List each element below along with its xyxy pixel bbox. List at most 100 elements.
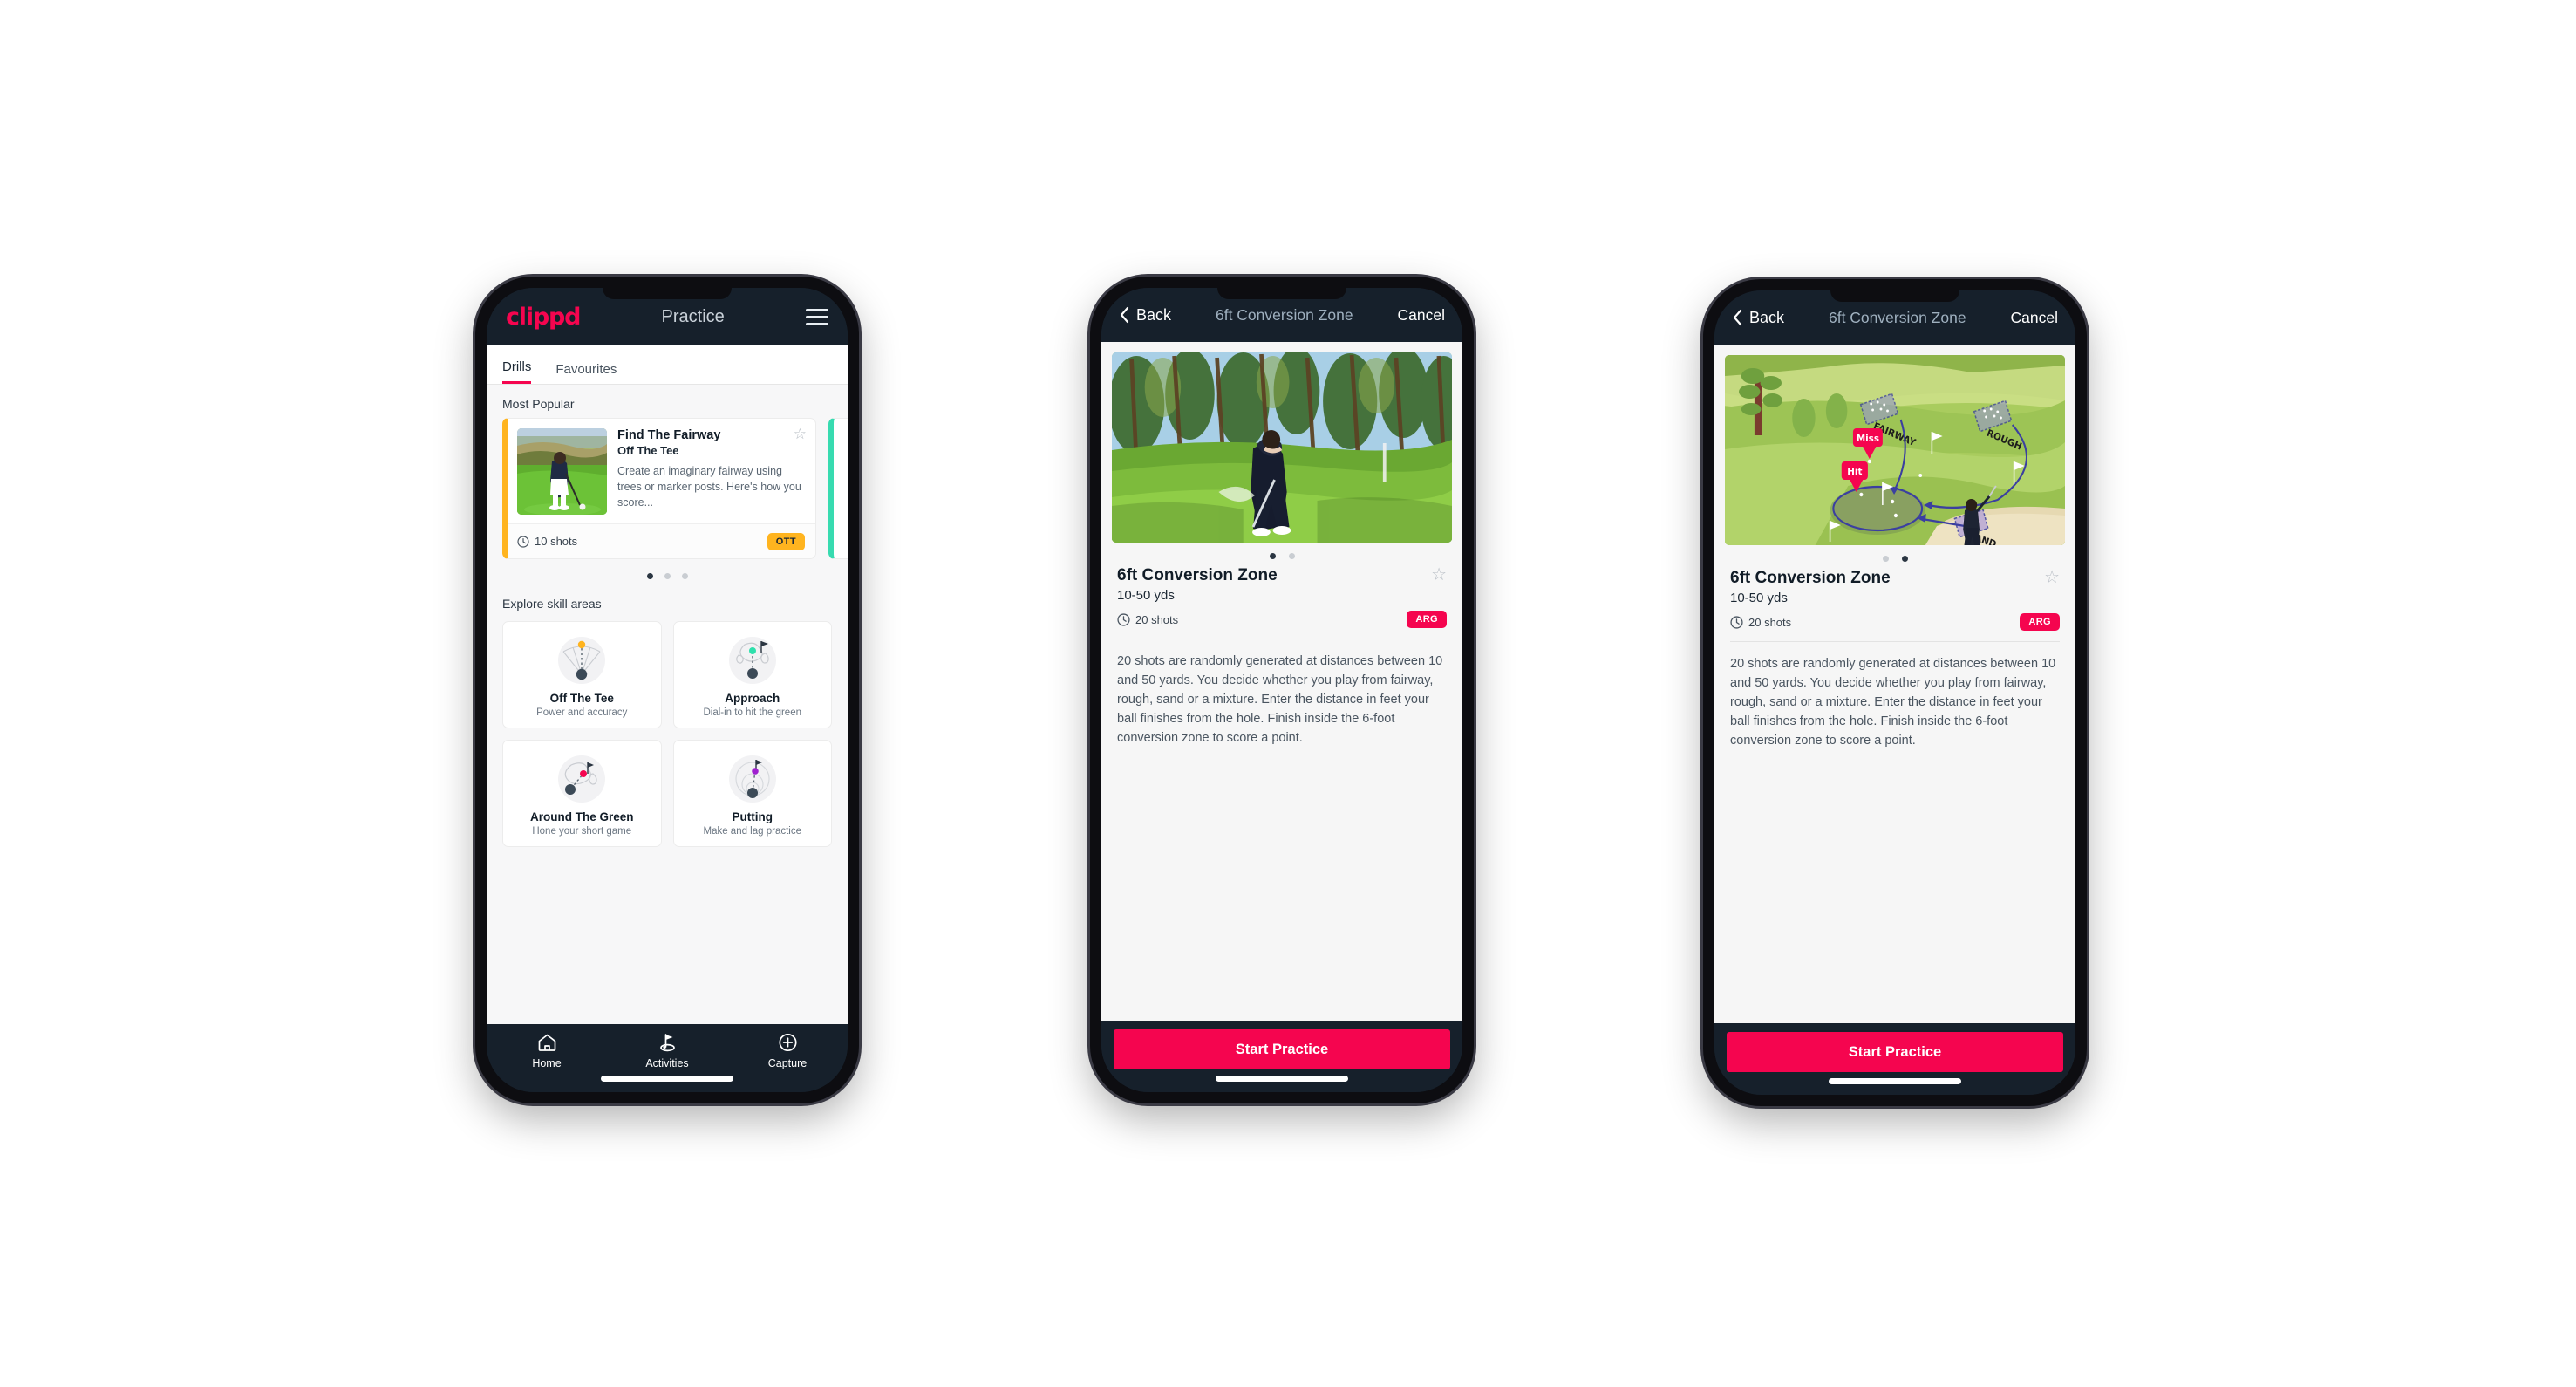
skill-card-approach[interactable]: Approach Dial-in to hit the green xyxy=(672,621,832,728)
drill-skill-area: Off The Tee xyxy=(617,444,679,457)
media-dot-1[interactable] xyxy=(1882,556,1889,562)
nav-label: Activities xyxy=(645,1057,689,1069)
golf-flag-icon xyxy=(630,1031,705,1054)
detail-header: ☆ 6ft Conversion Zone 10-50 yds xyxy=(1101,564,1462,603)
back-button[interactable]: Back xyxy=(1119,306,1171,325)
media-container: FAIRWAY ROUGH SAND Miss Hit xyxy=(1714,345,2075,545)
putting-icon xyxy=(681,751,825,805)
back-button[interactable]: Back xyxy=(1732,309,1784,327)
drill-card-footer: 10 shots OTT xyxy=(508,523,815,558)
drill-range: 10-50 yds xyxy=(1730,591,1788,605)
drill-card-find-the-fairway[interactable]: ☆ Find The Fairway Off The Tee Create an… xyxy=(502,418,816,559)
drill-name: Find The Fairway xyxy=(617,428,721,442)
hamburger-menu-icon[interactable] xyxy=(805,308,828,325)
drill-badge-arg: ARG xyxy=(1407,611,1447,628)
drill-shots-label: 20 shots xyxy=(1748,615,1792,629)
page-title: Practice xyxy=(661,306,725,326)
favourite-star-icon[interactable]: ☆ xyxy=(794,427,807,441)
drill-badge-ott: OTT xyxy=(767,532,805,550)
nav-item-activities[interactable]: Activities xyxy=(630,1031,705,1069)
skill-card-around-the-green[interactable]: Around The Green Hone your short game xyxy=(502,740,662,847)
phone-2-drill-detail-video: Back 6ft Conversion Zone Cancel ☆ 6ft Co… xyxy=(1090,277,1474,1103)
golf-tee-shot-photo xyxy=(517,428,607,515)
home-indicator xyxy=(1216,1076,1348,1082)
favourite-star-icon[interactable]: ☆ xyxy=(2044,569,2060,586)
drill-thumbnail xyxy=(517,428,607,515)
section-title-skill-areas: Explore skill areas xyxy=(502,597,602,611)
drill-name: 6ft Conversion Zone xyxy=(1117,566,1278,584)
phone-1-practice-list: clippd Practice Drills Favourites Most P… xyxy=(475,277,859,1103)
section-title-most-popular: Most Popular xyxy=(502,397,575,411)
off-the-tee-icon xyxy=(510,632,654,687)
tab-drills[interactable]: Drills xyxy=(502,359,532,384)
phone-notch xyxy=(603,288,732,299)
media-container xyxy=(1101,342,1462,543)
drill-diagram-image[interactable]: FAIRWAY ROUGH SAND Miss Hit xyxy=(1725,355,2065,545)
start-practice-button[interactable]: Start Practice xyxy=(1114,1029,1450,1069)
cancel-button[interactable]: Cancel xyxy=(1398,306,1445,325)
drills-carousel[interactable]: ☆ Find The Fairway Off The Tee Create an… xyxy=(487,418,848,559)
drill-range: 10-50 yds xyxy=(1117,588,1175,603)
skill-desc: Hone your short game xyxy=(532,826,632,837)
carousel-dot-2[interactable] xyxy=(664,573,671,579)
carousel-dots[interactable] xyxy=(487,559,848,584)
media-dot-2[interactable] xyxy=(1288,553,1295,559)
nav-item-capture[interactable]: Capture xyxy=(750,1031,825,1069)
detail-meta-row: 20 shots ARG xyxy=(1101,603,1462,628)
media-carousel-dots[interactable] xyxy=(1101,543,1462,564)
start-practice-button[interactable]: Start Practice xyxy=(1727,1032,2063,1072)
golf-chipping-photo xyxy=(1112,352,1452,543)
drill-shots: 10 shots xyxy=(517,535,577,548)
drill-shots-label: 10 shots xyxy=(535,535,578,548)
skill-areas-grid: Off The Tee Power and accuracy Approach … xyxy=(487,618,848,859)
skill-name: Approach xyxy=(725,692,780,705)
home-icon xyxy=(509,1031,584,1054)
svg-text:Miss: Miss xyxy=(1857,433,1879,444)
chevron-left-icon xyxy=(1733,309,1742,326)
nav-label: Capture xyxy=(767,1057,808,1069)
drill-name: 6ft Conversion Zone xyxy=(1730,569,1891,587)
screenshot-stage: clippd Practice Drills Favourites Most P… xyxy=(0,0,2576,1387)
approach-icon xyxy=(681,632,825,687)
drill-description: 20 shots are randomly generated at dista… xyxy=(1730,657,2056,748)
detail-body: FAIRWAY ROUGH SAND Miss Hit ☆ 6ft Conver… xyxy=(1714,345,2075,1023)
skill-desc: Make and lag practice xyxy=(703,826,801,837)
carousel-dot-3[interactable] xyxy=(681,573,688,579)
skill-card-off-the-tee[interactable]: Off The Tee Power and accuracy xyxy=(502,621,662,728)
home-indicator xyxy=(601,1076,733,1082)
plus-circle-icon xyxy=(750,1031,825,1054)
drill-description: 20 shots are randomly generated at dista… xyxy=(1117,654,1443,746)
skill-desc: Dial-in to hit the green xyxy=(703,707,801,718)
skill-name: Putting xyxy=(732,810,773,823)
phone-notch xyxy=(1217,288,1346,299)
around-the-green-icon xyxy=(510,751,654,805)
media-dot-1[interactable] xyxy=(1269,553,1276,559)
drill-description: Create an imaginary fairway using trees … xyxy=(617,465,801,509)
media-carousel-dots[interactable] xyxy=(1714,545,2075,567)
tab-bar: Drills Favourites xyxy=(487,345,848,385)
nav-item-home[interactable]: Home xyxy=(509,1031,584,1069)
home-indicator xyxy=(1829,1078,1961,1084)
back-label: Back xyxy=(1749,308,1785,326)
detail-meta-row: 20 shots ARG xyxy=(1714,605,2075,631)
nav-label: Home xyxy=(532,1057,562,1069)
cancel-button[interactable]: Cancel xyxy=(2011,309,2058,327)
content-scroll-area[interactable]: Most Popular ☆ Find The Fairway Off The … xyxy=(487,385,848,1024)
favourite-star-icon[interactable]: ☆ xyxy=(1431,566,1447,584)
drill-video-thumbnail[interactable] xyxy=(1112,352,1452,543)
clippd-logo[interactable]: clippd xyxy=(506,304,582,331)
chevron-left-icon xyxy=(1120,306,1129,324)
detail-title: 6ft Conversion Zone xyxy=(1828,308,1966,326)
course-diagram-illustration: FAIRWAY ROUGH SAND Miss Hit xyxy=(1725,355,2065,545)
detail-title: 6ft Conversion Zone xyxy=(1215,305,1353,324)
drill-shots-label: 20 shots xyxy=(1135,612,1179,626)
media-dot-2[interactable] xyxy=(1901,556,1908,562)
phone-3-drill-detail-diagram: Back 6ft Conversion Zone Cancel FAIRWAY … xyxy=(1703,279,2087,1106)
tab-favourites[interactable]: Favourites xyxy=(555,362,617,384)
bottom-navigation: Home Activities Capture xyxy=(487,1024,848,1092)
drill-card-next-peek[interactable] xyxy=(828,418,848,559)
carousel-dot-1[interactable] xyxy=(646,573,653,579)
drill-badge-arg: ARG xyxy=(2020,613,2060,631)
skill-card-putting[interactable]: Putting Make and lag practice xyxy=(672,740,832,847)
skill-name: Off The Tee xyxy=(549,692,614,705)
